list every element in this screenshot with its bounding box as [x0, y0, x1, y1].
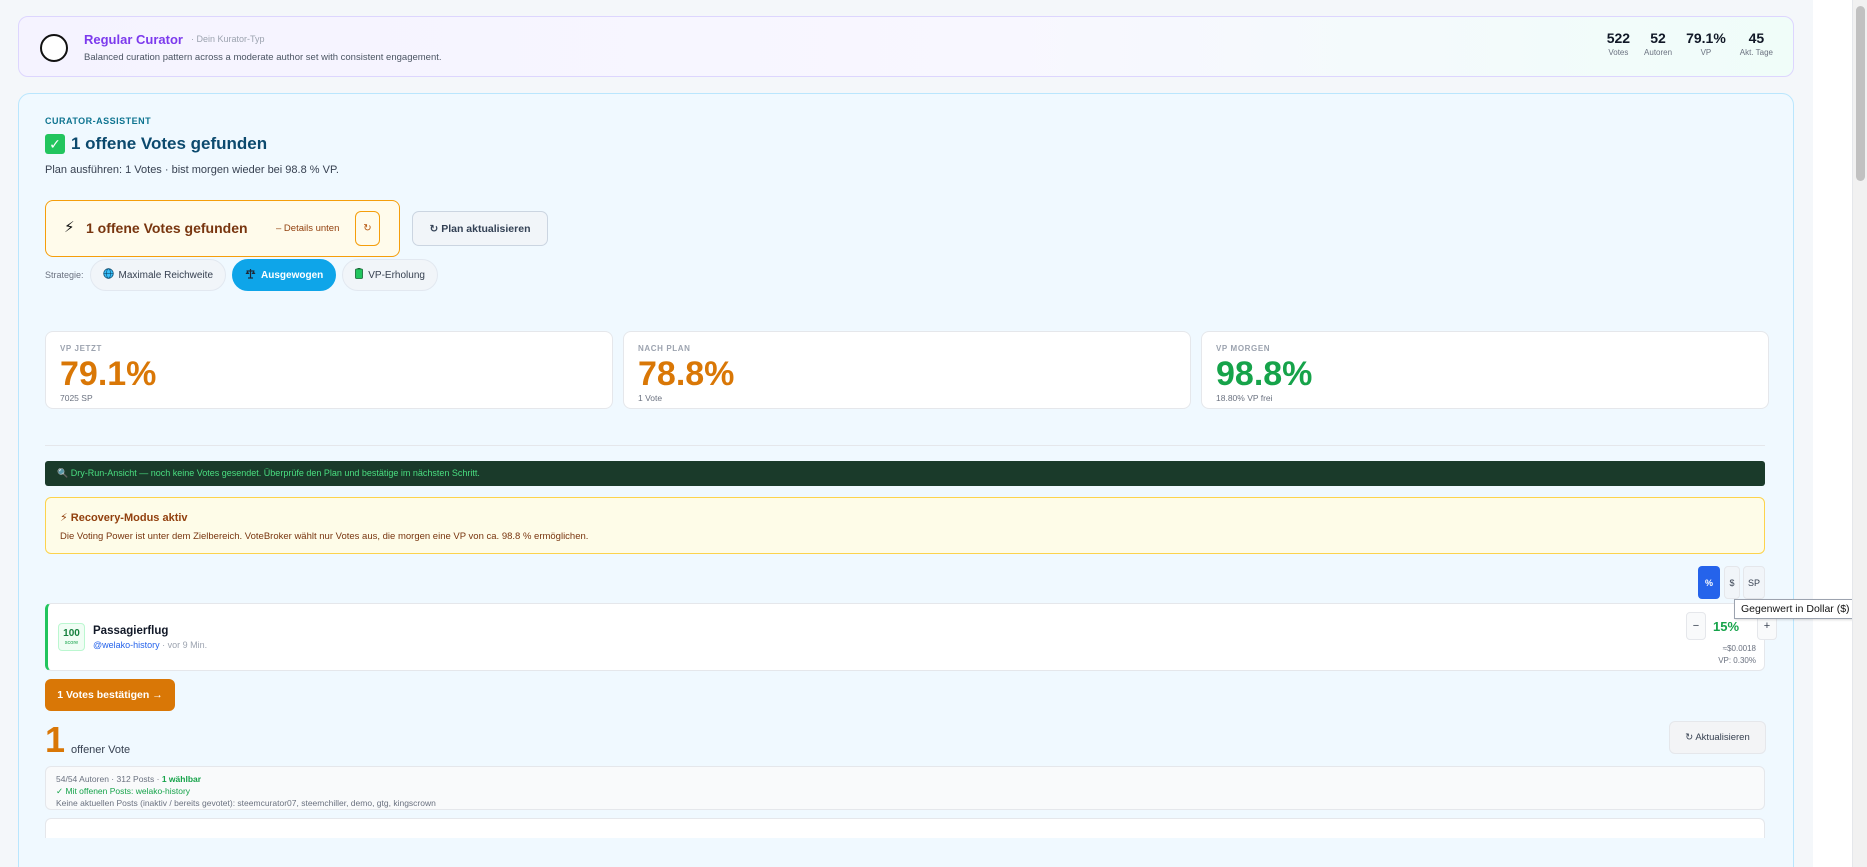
summary-counts: 54/54 Autoren · 312 Posts · — [56, 774, 162, 784]
stat-value: 45 — [1748, 30, 1765, 46]
alert-refresh-button[interactable]: ↻ — [355, 211, 380, 246]
vote-vp-cost: VP: 0.30% — [1718, 656, 1756, 665]
summary-line-3: Keine aktuellen Posts (inaktiv / bereits… — [56, 798, 436, 808]
page-scrollbar[interactable] — [1852, 0, 1867, 867]
stat-label: Autoren — [1644, 48, 1673, 57]
open-votes-alert[interactable]: ⚡ 1 offene Votes gefunden – Details unte… — [45, 200, 400, 257]
recovery-mode-notice: ⚡ Recovery-Modus aktiv Die Voting Power … — [45, 497, 1765, 554]
stat-authors: 52 Autoren — [1644, 30, 1672, 57]
plan-summary: Plan ausführen: 1 Votes · bist morgen wi… — [45, 164, 339, 176]
post-time: · vor 9 Min. — [162, 640, 208, 650]
score-value: 100 — [63, 628, 80, 639]
vp-now-card: VP JETZT 79.1% 7025 SP — [45, 331, 613, 409]
summary-line-1: 54/54 Autoren · 312 Posts · 1 wählbar — [56, 773, 1754, 785]
weight-decrease-button[interactable]: − — [1686, 612, 1706, 640]
vote-row: 100 score Passagierflug @welako-history … — [45, 603, 1777, 671]
post-author-link[interactable]: @welako-history — [93, 640, 160, 650]
scrollbar-thumb[interactable] — [1856, 6, 1865, 181]
vote-weight-value: 15% — [1713, 619, 1740, 634]
open-vote-label: offener Vote — [71, 744, 131, 756]
lightning-icon: ⚡ — [64, 219, 75, 236]
assistant-kicker: CURATOR-ASSISTENT — [45, 116, 152, 126]
card-key: VP MORGEN — [1216, 344, 1271, 353]
unit-dollar-button[interactable]: $ — [1724, 566, 1740, 599]
strategy-label: Strategie: — [45, 270, 84, 280]
card-value: 78.8% — [638, 355, 735, 393]
card-value: 98.8% — [1216, 355, 1313, 393]
curator-type-description: Balanced curation pattern across a moder… — [84, 52, 442, 63]
stat-votes: 522 Votes — [1607, 30, 1630, 57]
balance-icon — [245, 268, 256, 282]
curator-type-title: Regular Curator — [84, 32, 183, 47]
assistant-heading-row: ✓ 1 offene Votes gefunden — [45, 134, 267, 154]
right-gutter — [1813, 0, 1852, 867]
plan-refresh-button[interactable]: ↻ Plan aktualisieren — [412, 211, 548, 246]
score-badge: 100 score — [58, 623, 85, 651]
strategy-option-label: Maximale Reichweite — [118, 269, 214, 281]
stat-label: VP — [1700, 48, 1712, 57]
curator-type-subtitle: · Dein Kurator-Typ — [191, 34, 265, 44]
vp-tomorrow-card: VP MORGEN 98.8% 18.80% VP frei — [1201, 331, 1769, 409]
stat-value: 522 — [1606, 30, 1631, 46]
unit-tooltip: Gegenwert in Dollar ($) — [1734, 599, 1867, 619]
stat-active-days: 45 Akt. Tage — [1740, 30, 1773, 57]
open-votes-alert-detail: – Details unten — [276, 223, 340, 234]
curator-assistant-panel: CURATOR-ASSISTENT ✓ 1 offene Votes gefun… — [18, 93, 1794, 867]
unit-percent-button[interactable]: % — [1698, 566, 1720, 599]
assistant-heading: 1 offene Votes gefunden — [71, 134, 268, 153]
curator-type-icon — [40, 34, 68, 62]
dry-run-banner: 🔍 Dry-Run-Ansicht — noch keine Votes ges… — [45, 461, 1765, 486]
strategy-vp-recovery[interactable]: VP-Erholung — [342, 259, 438, 291]
card-sub: 1 Vote — [638, 393, 663, 403]
card-key: VP JETZT — [60, 344, 102, 353]
open-votes-alert-title: 1 offene Votes gefunden — [86, 220, 248, 236]
score-label: score — [64, 640, 79, 646]
vp-cards: VP JETZT 79.1% 7025 SP NACH PLAN 78.8% 1… — [45, 331, 1769, 409]
battery-icon — [355, 268, 364, 282]
open-vote-count: 1 offener Vote — [45, 722, 130, 758]
after-plan-card: NACH PLAN 78.8% 1 Vote — [623, 331, 1191, 409]
recovery-text: Die Voting Power ist unter dem Zielberei… — [60, 531, 589, 542]
stat-vp: 79.1% VP — [1686, 30, 1726, 57]
strategy-option-label: VP-Erholung — [368, 269, 425, 281]
stat-value: 52 — [1650, 30, 1666, 46]
strategy-option-label: Ausgewogen — [261, 269, 324, 281]
globe-icon — [102, 268, 114, 282]
confirm-votes-button[interactable]: 1 Votes bestätigen → — [45, 679, 175, 711]
recovery-title: ⚡ Recovery-Modus aktiv — [60, 512, 188, 524]
curator-type-card: Regular Curator · Dein Kurator-Typ Balan… — [18, 16, 1794, 77]
next-section-card — [45, 818, 1765, 838]
strategy-balanced[interactable]: Ausgewogen — [232, 259, 337, 291]
post-meta: @welako-history · vor 9 Min. — [93, 640, 207, 650]
open-vote-number: 1 — [45, 719, 66, 760]
refresh-button[interactable]: ↻ Aktualisieren — [1669, 721, 1766, 754]
curator-stats: 522 Votes 52 Autoren 79.1% VP 45 Akt. Ta… — [1607, 30, 1773, 57]
post-title[interactable]: Passagierflug — [93, 625, 168, 637]
unit-sp-button[interactable]: SP — [1743, 566, 1765, 599]
strategy-selector: Strategie: Maximale Reichweite Ausgewoge… — [45, 259, 438, 291]
card-sub: 18.80% VP frei — [1216, 393, 1273, 403]
author-summary: 54/54 Autoren · 312 Posts · 1 wählbar ✓ … — [45, 766, 1765, 810]
vote-value-usd: ≈$0.0018 — [1722, 644, 1756, 653]
card-value: 79.1% — [60, 355, 157, 393]
card-sub: 7025 SP — [60, 393, 93, 403]
divider — [45, 445, 1765, 446]
page: Regular Curator · Dein Kurator-Typ Balan… — [0, 0, 1867, 867]
strategy-max-reach[interactable]: Maximale Reichweite — [89, 259, 227, 291]
stat-label: Votes — [1608, 48, 1629, 57]
checkmark-icon: ✓ — [45, 134, 65, 154]
summary-line-2: ✓ Mit offenen Posts: welako-history — [56, 786, 191, 796]
stat-value: 79.1% — [1686, 30, 1726, 46]
selectable-count: 1 wählbar — [161, 774, 202, 784]
stat-label: Akt. Tage — [1739, 48, 1773, 57]
card-key: NACH PLAN — [638, 344, 691, 353]
